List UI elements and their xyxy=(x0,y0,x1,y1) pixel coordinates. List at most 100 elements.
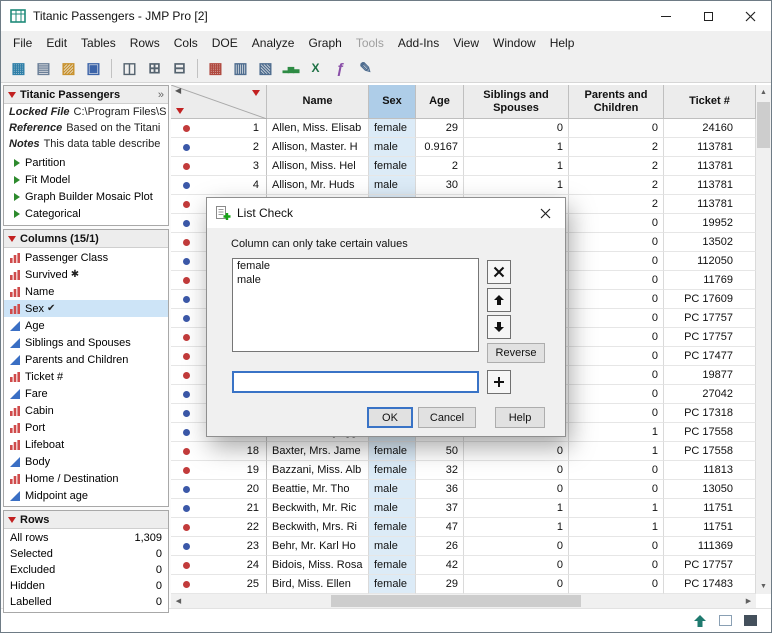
cell-name[interactable]: Beckwith, Mrs. Ri xyxy=(267,518,369,537)
cell-name[interactable]: Bazzani, Miss. Alb xyxy=(267,461,369,480)
cell-name[interactable]: Allison, Miss. Hel xyxy=(267,157,369,176)
cell-sex[interactable]: male xyxy=(369,176,416,195)
column-item-parents-and-children[interactable]: Parents and Children xyxy=(4,351,168,368)
nominal-column-icon[interactable] xyxy=(9,269,22,281)
column-item-cabin[interactable]: Cabin xyxy=(4,402,168,419)
cell-par[interactable]: 2 xyxy=(569,138,664,157)
nominal-column-icon[interactable] xyxy=(9,422,22,434)
nominal-column-icon[interactable] xyxy=(9,405,22,417)
cell-ticket[interactable]: 113781 xyxy=(664,138,756,157)
column-header-name[interactable]: Name xyxy=(267,85,369,119)
cell-par[interactable]: 0 xyxy=(569,537,664,556)
cell-age[interactable]: 36 xyxy=(416,480,464,499)
row-state-marker[interactable] xyxy=(183,277,190,284)
row-header[interactable]: 1 xyxy=(171,119,267,138)
cell-ticket[interactable]: PC 17757 xyxy=(664,556,756,575)
row-header[interactable]: 21 xyxy=(171,499,267,518)
cell-age[interactable]: 2 xyxy=(416,157,464,176)
column-item-sex[interactable]: Sex✔ xyxy=(4,300,168,317)
cell-ticket[interactable]: 111369 xyxy=(664,537,756,556)
column-header-parents-and-children[interactable]: Parents and Children xyxy=(569,85,664,119)
cell-name[interactable]: Baxter, Mrs. Jame xyxy=(267,442,369,461)
menu-window[interactable]: Window xyxy=(486,33,543,53)
row-state-marker[interactable] xyxy=(183,505,190,512)
column-item-survived[interactable]: Survived✱ xyxy=(4,266,168,283)
cell-par[interactable]: 0 xyxy=(569,461,664,480)
reverse-button[interactable]: Reverse xyxy=(487,343,545,363)
row-state-marker[interactable] xyxy=(183,391,190,398)
cell-sib[interactable]: 1 xyxy=(464,138,569,157)
column-item-siblings-and-spouses[interactable]: Siblings and Spouses xyxy=(4,334,168,351)
cell-name[interactable]: Allen, Miss. Elisab xyxy=(267,119,369,138)
vertical-scroll-thumb[interactable] xyxy=(757,102,770,148)
delete-value-button[interactable] xyxy=(487,260,511,284)
cell-name[interactable]: Allison, Master. H xyxy=(267,138,369,157)
menu-add-ins[interactable]: Add-Ins xyxy=(391,33,446,53)
scroll-to-top-icon[interactable] xyxy=(693,614,707,628)
cell-sex[interactable]: female xyxy=(369,157,416,176)
scroll-up-icon[interactable]: ▲ xyxy=(756,85,771,100)
add-value-button[interactable] xyxy=(487,370,511,394)
column-item-port[interactable]: Port xyxy=(4,419,168,436)
cell-age[interactable]: 29 xyxy=(416,575,464,594)
row-state-marker[interactable] xyxy=(183,467,190,474)
cell-sex[interactable]: female xyxy=(369,556,416,575)
cell-name[interactable]: Beattie, Mr. Tho xyxy=(267,480,369,499)
row-state-marker[interactable] xyxy=(183,448,190,455)
cell-ticket[interactable]: 112050 xyxy=(664,252,756,271)
cell-ticket[interactable]: 19952 xyxy=(664,214,756,233)
continuous-column-icon[interactable] xyxy=(9,354,22,366)
cell-ticket[interactable]: 27042 xyxy=(664,385,756,404)
column-item-fare[interactable]: Fare xyxy=(4,385,168,402)
cell-age[interactable]: 26 xyxy=(416,537,464,556)
row-state-marker[interactable] xyxy=(183,581,190,588)
rows-panel-header[interactable]: Rows xyxy=(4,511,168,529)
cell-sib[interactable]: 1 xyxy=(464,157,569,176)
column-item-age[interactable]: Age xyxy=(4,317,168,334)
script-run-icon[interactable] xyxy=(14,210,20,218)
cell-age[interactable]: 37 xyxy=(416,499,464,518)
clear-icon[interactable]: ⊟ xyxy=(168,57,191,80)
cell-par[interactable]: 1 xyxy=(569,499,664,518)
cell-par[interactable]: 0 xyxy=(569,119,664,138)
cell-sex[interactable]: male xyxy=(369,480,416,499)
cell-ticket[interactable]: 11769 xyxy=(664,271,756,290)
move-up-button[interactable] xyxy=(487,288,511,312)
row-header[interactable]: 22 xyxy=(171,518,267,537)
collapse-sidebar-icon[interactable]: » xyxy=(158,89,164,101)
row-header[interactable]: 2 xyxy=(171,138,267,157)
script-icon[interactable]: ✎ xyxy=(354,57,377,80)
row-state-marker[interactable] xyxy=(183,353,190,360)
data-table-icon[interactable]: ▦ xyxy=(204,57,227,80)
column-item-lifeboat[interactable]: Lifeboat xyxy=(4,436,168,453)
table-panel-header[interactable]: Titanic Passengers » xyxy=(4,86,168,104)
row-state-marker[interactable] xyxy=(183,562,190,569)
column-item-name[interactable]: Name xyxy=(4,283,168,300)
new-value-input[interactable] xyxy=(232,371,479,393)
window-active-icon[interactable] xyxy=(744,615,757,626)
cell-ticket[interactable]: PC 17483 xyxy=(664,575,756,594)
minimize-button[interactable] xyxy=(645,1,687,31)
vertical-scrollbar[interactable]: ▲ ▼ xyxy=(756,85,771,594)
scroll-left-icon[interactable]: ◀ xyxy=(175,86,181,95)
row-state-marker[interactable] xyxy=(183,258,190,265)
row-state-marker[interactable] xyxy=(183,220,190,227)
row-header[interactable]: 19 xyxy=(171,461,267,480)
row-state-marker[interactable] xyxy=(183,182,190,189)
cell-name[interactable]: Bidois, Miss. Rosa xyxy=(267,556,369,575)
cell-sex[interactable]: female xyxy=(369,442,416,461)
cell-ticket[interactable]: 13050 xyxy=(664,480,756,499)
nominal-column-icon[interactable] xyxy=(9,303,22,315)
table-script-graph-builder-mosaic-plot[interactable]: Graph Builder Mosaic Plot xyxy=(4,188,168,205)
cell-sex[interactable]: male xyxy=(369,499,416,518)
cell-par[interactable]: 2 xyxy=(569,157,664,176)
window-tile-icon[interactable] xyxy=(719,615,732,626)
cell-ticket[interactable]: 24160 xyxy=(664,119,756,138)
columns-menu-icon[interactable] xyxy=(252,90,260,96)
cell-sib[interactable]: 0 xyxy=(464,575,569,594)
columns-panel-header[interactable]: Columns (15/1) xyxy=(4,230,168,248)
column-item-midpoint-age[interactable]: Midpoint age xyxy=(4,487,168,504)
graph-builder-icon[interactable]: ▂▅▃ xyxy=(279,57,302,80)
ok-button[interactable]: OK xyxy=(367,407,413,428)
cell-ticket[interactable]: 19877 xyxy=(664,366,756,385)
